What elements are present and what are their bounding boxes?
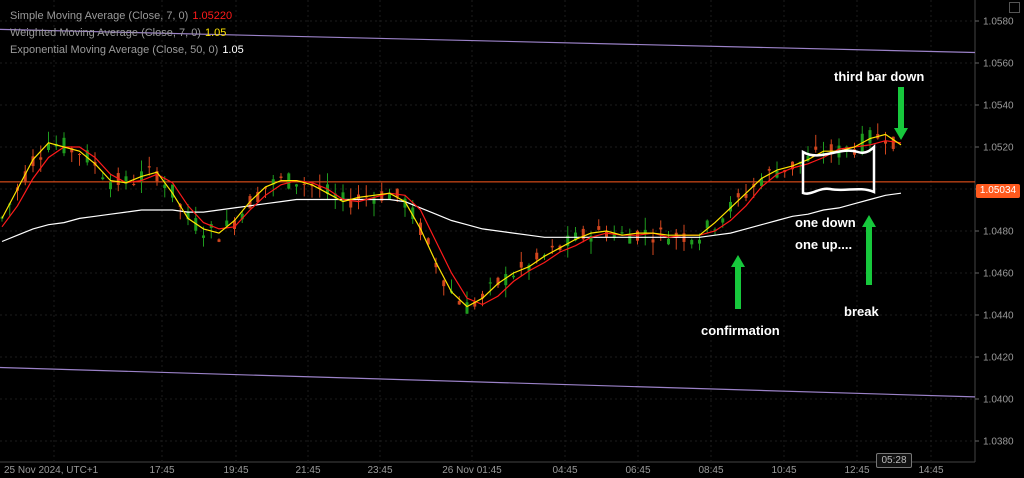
candle-body: [78, 154, 81, 156]
legend-wma-label: Weighted Moving Average (Close, 7, 0): [10, 27, 201, 39]
x-tick-label: 06:45: [625, 465, 650, 476]
candle-body: [597, 226, 601, 230]
candle-body: [109, 182, 112, 190]
expand-icon[interactable]: [1009, 2, 1020, 13]
candle-body: [736, 193, 740, 198]
x-tick-label: 08:45: [698, 465, 723, 476]
candle-body: [457, 301, 461, 305]
arrow-up-break-icon-head: [862, 215, 876, 227]
annotation-third-bar-down: third bar down: [834, 69, 925, 84]
legend-sma-value: 1.05220: [192, 10, 233, 22]
y-tick-label: 1.0380: [983, 437, 1014, 448]
indicator-legend: Simple Moving Average (Close, 7, 0) 1.052…: [10, 8, 244, 59]
annotation-break: break: [844, 304, 879, 319]
candle-timer-badge: 05:28: [876, 453, 912, 468]
channel-lower-line: [0, 366, 976, 398]
x-tick-label: 04:45: [552, 465, 577, 476]
price-axis: 1.0380 1.0400 1.0420 1.0440 1.0460 1.0480 1.05…: [975, 17, 1014, 448]
y-tick-label: 1.0480: [983, 227, 1014, 238]
candle-body: [620, 232, 624, 234]
x-tick-label: 12:45: [844, 465, 869, 476]
ema-line: [1, 192, 902, 243]
candle-body: [519, 261, 523, 268]
candle-body: [721, 218, 725, 223]
candle-body: [163, 184, 167, 189]
legend-ema-value: 1.05: [222, 44, 244, 56]
y-tick-label: 1.0460: [983, 269, 1014, 280]
candle-body: [868, 130, 872, 144]
candle-body: [349, 200, 353, 208]
y-tick-label: 1.0400: [983, 395, 1014, 406]
legend-wma-value: 1.05: [204, 27, 227, 39]
legend-wma[interactable]: Weighted Moving Average (Close, 7, 0) 1.0…: [10, 25, 244, 42]
x-tick-label: 17:45: [149, 465, 174, 476]
x-tick-label: 23:45: [367, 465, 392, 476]
candle-body: [132, 184, 136, 186]
candle-body: [302, 183, 306, 186]
legend-ema-label: Exponential Moving Average (Close, 50, 0…: [10, 44, 219, 56]
candle-body: [279, 176, 283, 178]
y-tick-label: 1.0520: [983, 143, 1014, 154]
arrow-up-confirmation-icon-head: [731, 255, 745, 267]
candle-body: [512, 275, 515, 278]
y-tick-label: 1.0420: [983, 353, 1014, 364]
candle-body: [659, 227, 663, 230]
candle-body: [488, 282, 492, 284]
annotation-one-up: one up....: [795, 237, 853, 252]
x-tick-label: 14:45: [918, 465, 943, 476]
y-tick-label: 1.0540: [983, 101, 1014, 112]
y-tick-label: 1.0560: [983, 59, 1014, 70]
candle-body: [442, 280, 446, 287]
x-tick-label: 26 Nov 01:45: [442, 465, 502, 476]
candle-body: [705, 220, 709, 229]
annotation-confirmation: confirmation: [701, 323, 780, 338]
candle-body: [884, 141, 887, 144]
arrow-up-confirmation-icon-shaft: [735, 267, 741, 309]
candle-body: [814, 146, 818, 150]
current-price-label: 1.05034: [976, 184, 1020, 198]
candle-body: [372, 197, 376, 204]
candle-body: [217, 239, 221, 242]
x-tick-label: 10:45: [771, 465, 796, 476]
x-tick-label: 21:45: [295, 465, 320, 476]
candle-body: [651, 239, 655, 243]
legend-ema[interactable]: Exponential Moving Average (Close, 50, 0…: [10, 42, 244, 59]
candle-body: [295, 184, 298, 187]
candle-body: [698, 239, 701, 244]
candle-body: [667, 238, 670, 245]
y-tick-label: 1.0440: [983, 311, 1014, 322]
annotation-one-down: one down: [795, 215, 856, 230]
candle-body: [62, 137, 66, 154]
candle-body: [690, 240, 694, 245]
x-tick-label: 25 Nov 2024, UTC+1: [4, 465, 99, 476]
y-tick-label: 1.0580: [983, 17, 1014, 28]
legend-sma-label: Simple Moving Average (Close, 7, 0): [10, 10, 189, 22]
candle-body: [465, 302, 469, 314]
time-axis: 25 Nov 2024, UTC+1 17:45 19:45 21:45 23:45 26…: [4, 465, 944, 476]
candle-body: [395, 188, 399, 198]
candle-body: [101, 177, 105, 180]
arrow-down-icon-head: [894, 128, 908, 140]
candle-body: [202, 235, 205, 238]
candle-body: [39, 157, 43, 160]
legend-sma[interactable]: Simple Moving Average (Close, 7, 0) 1.052…: [10, 8, 244, 25]
arrow-down-icon-shaft: [898, 87, 904, 128]
candle-body: [767, 169, 771, 171]
trend-channel: [0, 28, 976, 398]
candle-body: [535, 252, 539, 260]
candle-body: [147, 166, 151, 168]
annotation-layer: [731, 87, 908, 309]
x-tick-label: 19:45: [223, 465, 248, 476]
candle-body: [550, 245, 554, 248]
arrow-up-break-icon-shaft: [866, 227, 872, 285]
